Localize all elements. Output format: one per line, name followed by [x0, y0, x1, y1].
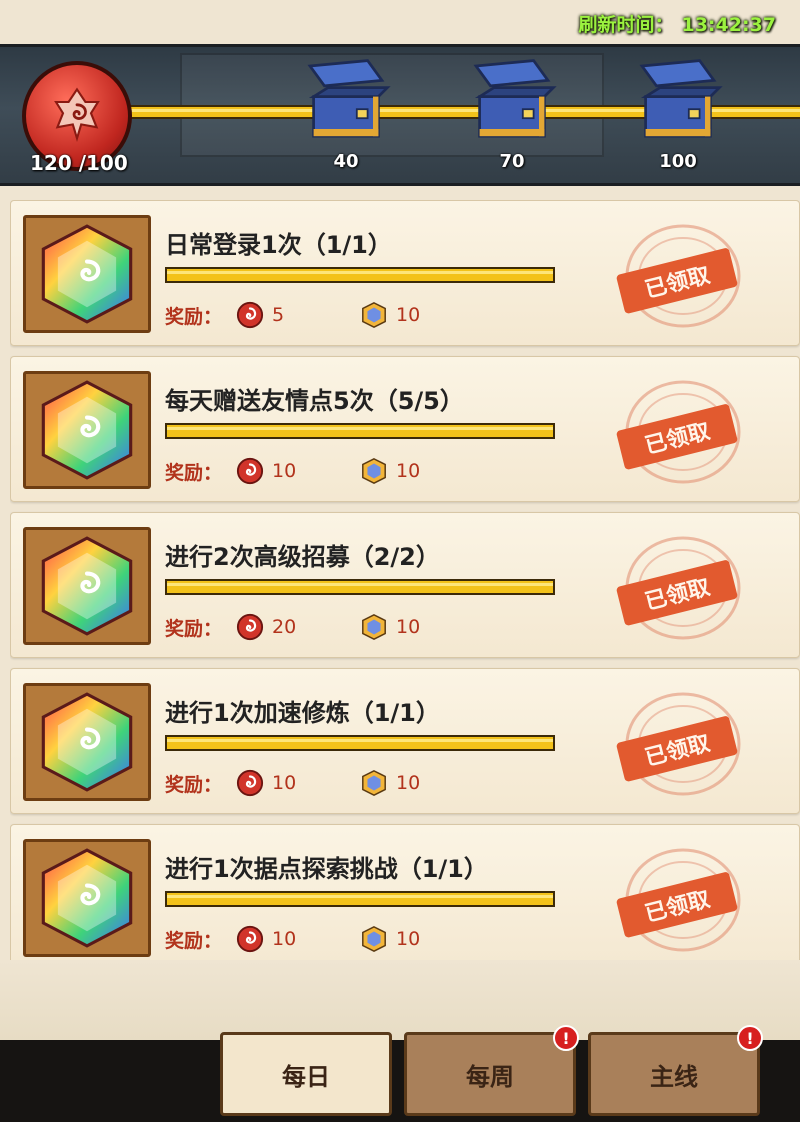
tab-weekly[interactable]: 每周 ! [404, 1025, 579, 1116]
tab-label: 主线 [650, 1062, 698, 1091]
task-gem-icon [23, 371, 151, 489]
task-progress-bar [165, 735, 555, 751]
gem-icon [362, 770, 386, 796]
task-progress-fill [167, 425, 553, 437]
task-rewards: 奖励： 10 10 [165, 769, 470, 797]
activity-point-icon [236, 925, 264, 953]
reward-value: 10 [396, 772, 421, 794]
task-title: 进行2次高级招募（2/2） [165, 543, 440, 571]
task-title: 进行1次据点探索挑战（1/1） [165, 855, 488, 883]
task-progress-bar [165, 423, 555, 439]
reward-gem: 10 [360, 613, 470, 641]
notification-badge: ! [553, 1025, 579, 1051]
activity-point-icon [236, 769, 264, 797]
refresh-time: 13:42:37 [681, 14, 776, 36]
reward-value: 10 [396, 928, 421, 950]
reward-activity: 5 [236, 301, 346, 329]
reward-value: 10 [272, 460, 297, 482]
tab-label: 每周 [466, 1062, 514, 1091]
task-title: 日常登录1次（1/1） [165, 231, 392, 259]
refresh-timer: 刷新时间： 13:42:37 [570, 10, 776, 37]
task-gem-icon [23, 527, 151, 645]
activity-progress-banner: 120 /100 40 70 100 [0, 44, 800, 186]
reward-label: 奖励： [165, 773, 223, 796]
milestone-label: 70 [499, 151, 525, 172]
reward-gem: 10 [360, 769, 470, 797]
reward-label: 奖励： [165, 617, 223, 640]
task-rewards: 奖励： 5 10 [165, 301, 470, 329]
activity-score: 120 /100 [30, 151, 128, 175]
milestone-label: 40 [333, 151, 359, 172]
reward-value: 10 [272, 928, 297, 950]
claimed-stamp: 已领取 [611, 377, 741, 487]
claimed-stamp: 已领取 [611, 689, 741, 799]
reward-gem: 10 [360, 925, 470, 953]
task-progress-bar [165, 579, 555, 595]
claimed-stamp: 已领取 [611, 533, 741, 643]
task-gem-icon [23, 839, 151, 957]
reward-gem: 10 [360, 457, 470, 485]
task-rewards: 奖励： 10 10 [165, 925, 470, 953]
reward-activity: 10 [236, 769, 346, 797]
activity-point-icon [236, 457, 264, 485]
daily-task-list[interactable]: 日常登录1次（1/1） 奖励： 5 10 已领取 每天赠送友情点5次（5/5） … [10, 200, 800, 960]
gem-icon [362, 458, 386, 484]
task-rewards: 奖励： 20 10 [165, 613, 470, 641]
task-gem-icon [23, 683, 151, 801]
milestone-chest-40[interactable]: 40 [296, 57, 396, 172]
reward-value: 10 [396, 616, 421, 638]
task-progress-bar [165, 891, 555, 907]
task-row: 日常登录1次（1/1） 奖励： 5 10 已领取 [10, 200, 800, 346]
task-title: 每天赠送友情点5次（5/5） [165, 387, 464, 415]
gem-icon [362, 926, 386, 952]
refresh-label: 刷新时间： [578, 14, 674, 36]
task-progress-fill [167, 269, 553, 281]
milestone-label: 100 [659, 151, 697, 172]
gem-icon [362, 302, 386, 328]
task-progress-fill [167, 893, 553, 905]
list-footer [0, 960, 800, 1040]
milestone-chest-70[interactable]: 70 [462, 57, 562, 172]
reward-label: 奖励： [165, 461, 223, 484]
reward-value: 10 [396, 304, 421, 326]
task-progress-fill [167, 581, 553, 593]
task-row: 每天赠送友情点5次（5/5） 奖励： 10 10 已领取 [10, 356, 800, 502]
reward-value: 20 [272, 616, 297, 638]
treasure-chest-icon [307, 59, 391, 138]
reward-activity: 10 [236, 925, 346, 953]
notification-badge: ! [737, 1025, 763, 1051]
claimed-stamp: 已领取 [611, 221, 741, 331]
activity-point-icon [236, 301, 264, 329]
treasure-chest-icon [473, 59, 557, 138]
task-row: 进行1次据点探索挑战（1/1） 奖励： 10 10 已领取 [10, 824, 800, 960]
gem-icon [362, 614, 386, 640]
task-gem-icon [23, 215, 151, 333]
reward-activity: 20 [236, 613, 346, 641]
reward-gem: 10 [360, 301, 470, 329]
reward-value: 10 [396, 460, 421, 482]
reward-value: 5 [272, 304, 285, 326]
task-row: 进行2次高级招募（2/2） 奖励： 20 10 已领取 [10, 512, 800, 658]
activity-point-icon [236, 613, 264, 641]
milestone-chest-100[interactable]: 100 [628, 57, 728, 172]
tab-daily[interactable]: 每日 [220, 1032, 392, 1116]
tab-main-quest[interactable]: 主线 ! [588, 1025, 763, 1116]
treasure-chest-icon [639, 59, 723, 138]
task-rewards: 奖励： 10 10 [165, 457, 470, 485]
reward-value: 10 [272, 772, 297, 794]
reward-label: 奖励： [165, 929, 223, 952]
reward-label: 奖励： [165, 305, 223, 328]
tab-label: 每日 [282, 1062, 330, 1091]
reward-activity: 10 [236, 457, 346, 485]
task-row: 进行1次加速修炼（1/1） 奖励： 10 10 已领取 [10, 668, 800, 814]
task-progress-fill [167, 737, 553, 749]
claimed-stamp: 已领取 [611, 845, 741, 955]
task-title: 进行1次加速修炼（1/1） [165, 699, 440, 727]
task-progress-bar [165, 267, 555, 283]
